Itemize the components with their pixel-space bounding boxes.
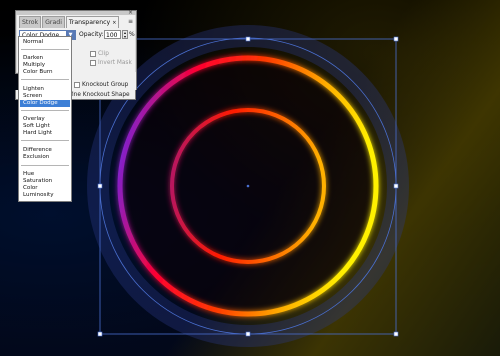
opacity-stepper[interactable]: ▴ ▾ [122,30,128,39]
handle-top-center[interactable] [245,36,251,42]
opacity-input[interactable]: 100 [104,30,121,39]
dropdown-divider [21,140,69,141]
handle-bottom-left[interactable] [97,331,103,337]
opacity-unit: % [129,31,135,38]
blend-mode-option[interactable]: Soft Light [20,123,70,130]
tab-transparency-label: Transparency [68,19,111,26]
blend-mode-option[interactable]: Exclusion [20,154,70,161]
clip-label: Clip [98,51,109,57]
blend-mode-option[interactable]: Multiply [20,62,70,69]
knockout-group-text: Knockout Group [82,82,129,88]
panel-tabs: Strok Gradi Transparency × [19,16,120,28]
blend-mode-option[interactable]: Difference [20,147,70,154]
handle-bottom-center[interactable] [245,331,251,337]
blend-mode-option[interactable]: Lighten [20,86,70,93]
panel-titlebar[interactable] [16,11,136,15]
opacity-label: Opacity: [79,31,104,38]
knockout-group-checkbox-box[interactable] [74,82,80,88]
blend-mode-option-selected[interactable]: Color Dodge [20,100,70,107]
blend-mode-option[interactable]: Screen [20,93,70,100]
clip-checkbox[interactable] [90,51,96,57]
blend-mode-option[interactable]: Color [20,185,70,192]
dropdown-divider [21,49,69,50]
tab-stroke[interactable]: Strok [19,16,42,28]
blend-mode-option[interactable]: Overlay [20,116,70,123]
tab-transparency[interactable]: Transparency × [65,16,120,28]
center-point [246,184,250,188]
handle-bottom-right[interactable] [393,331,399,337]
tab-close-icon[interactable]: × [112,20,116,26]
dropdown-divider [21,79,69,80]
blend-mode-option[interactable]: Hue [20,171,70,178]
dropdown-divider [21,110,69,111]
panel-menu-icon[interactable]: ≡ [128,18,133,25]
invert-mask-checkbox[interactable] [90,60,96,66]
dropdown-divider [21,165,69,166]
tab-gradient[interactable]: Gradi [42,16,65,28]
blend-mode-option[interactable]: Luminosity [20,192,70,199]
blend-mode-option[interactable]: Color Burn [20,69,70,76]
handle-middle-right[interactable] [393,183,399,189]
tab-gradient-label: Gradi [45,19,62,26]
handle-middle-left[interactable] [97,183,103,189]
blend-mode-option[interactable]: Darken [20,55,70,62]
panel-close-icon[interactable]: × [128,10,133,16]
knockout-shape-label: fine Knockout Shape [70,92,130,98]
blend-mode-dropdown: Normal Darken Multiply Color Burn Lighte… [18,36,72,202]
blend-mode-option[interactable]: Hard Light [20,130,70,137]
handle-top-right[interactable] [393,36,399,42]
invert-mask-label: Invert Mask [98,60,132,66]
tab-stroke-label: Strok [22,19,39,26]
blend-mode-option[interactable]: Saturation [20,178,70,185]
blend-mode-option[interactable]: Normal [20,39,70,46]
